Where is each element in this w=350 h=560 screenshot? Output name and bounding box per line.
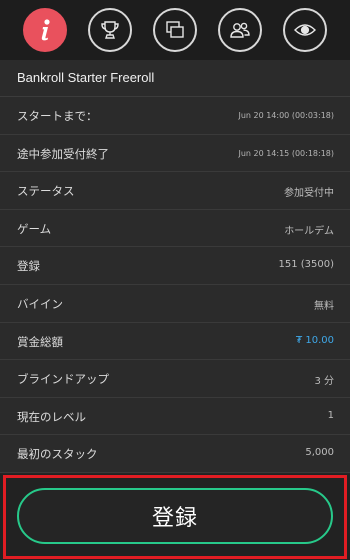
detail-label: 賞金総額: [17, 334, 63, 349]
detail-value: 1: [327, 409, 334, 421]
register-button[interactable]: 登録: [17, 488, 333, 544]
detail-label: 登録: [17, 259, 40, 274]
detail-label: ブラインドアップ: [17, 372, 109, 387]
detail-value: 3 分: [314, 376, 334, 388]
detail-value: 5,000: [305, 447, 334, 459]
detail-value: Jun 20 14:00 (00:03:18): [238, 111, 334, 120]
detail-label: ステータス: [17, 184, 75, 199]
detail-value: ホールデム: [284, 225, 334, 237]
detail-label: ゲーム: [17, 221, 52, 236]
detail-row-starting-stack: 最初のスタック 5,000: [0, 435, 350, 473]
detail-label: 途中参加受付終了: [17, 146, 109, 161]
detail-row-blinds-up: ブラインドアップ 3 分: [0, 360, 350, 398]
tab-watch[interactable]: [283, 8, 327, 52]
detail-label: スタートまで：: [17, 109, 98, 123]
detail-value: ₮ 10.00: [295, 334, 334, 346]
detail-label: 最初のスタック: [17, 447, 98, 462]
trophy-icon: [101, 21, 119, 39]
tab-players[interactable]: [218, 8, 262, 52]
detail-row-status: ステータス 参加受付中: [0, 172, 350, 210]
detail-row-prize-pool: 賞金総額 ₮ 10.00: [0, 322, 350, 361]
detail-label: 現在のレベル: [17, 409, 86, 424]
tournament-header: Bankroll Starter Freeroll: [0, 60, 350, 97]
detail-row-current-level: 現在のレベル 1: [0, 397, 350, 436]
tables-icon: [166, 21, 184, 38]
players-icon: [230, 22, 250, 38]
register-button-label: 登録: [151, 506, 198, 531]
tab-prizes[interactable]: [88, 8, 132, 52]
detail-value: Jun 20 14:15 (00:18:18): [238, 148, 334, 158]
eye-icon: [294, 24, 316, 36]
tab-bar: [0, 0, 350, 60]
tournament-title: Bankroll Starter Freeroll: [17, 70, 155, 85]
detail-row-game: ゲーム ホールデム: [0, 209, 350, 248]
detail-value: 無料: [314, 300, 334, 312]
info-icon: [41, 19, 50, 41]
tournament-details: スタートまで： Jun 20 14:00 (00:03:18) 途中参加受付終了…: [0, 97, 350, 473]
tab-tables[interactable]: [153, 8, 197, 52]
detail-row-registered: 登録 151 (3500): [0, 247, 350, 285]
detail-value: 151 (3500): [278, 259, 334, 271]
detail-value: 参加受付中: [284, 188, 334, 200]
detail-row-buy-in: バイイン 無料: [0, 284, 350, 323]
detail-row-start-time: スタートまで： Jun 20 14:00 (00:03:18): [0, 97, 350, 135]
tab-info[interactable]: [23, 8, 67, 52]
detail-row-late-registration: 途中参加受付終了 Jun 20 14:15 (00:18:18): [0, 134, 350, 173]
detail-label: バイイン: [17, 296, 63, 311]
